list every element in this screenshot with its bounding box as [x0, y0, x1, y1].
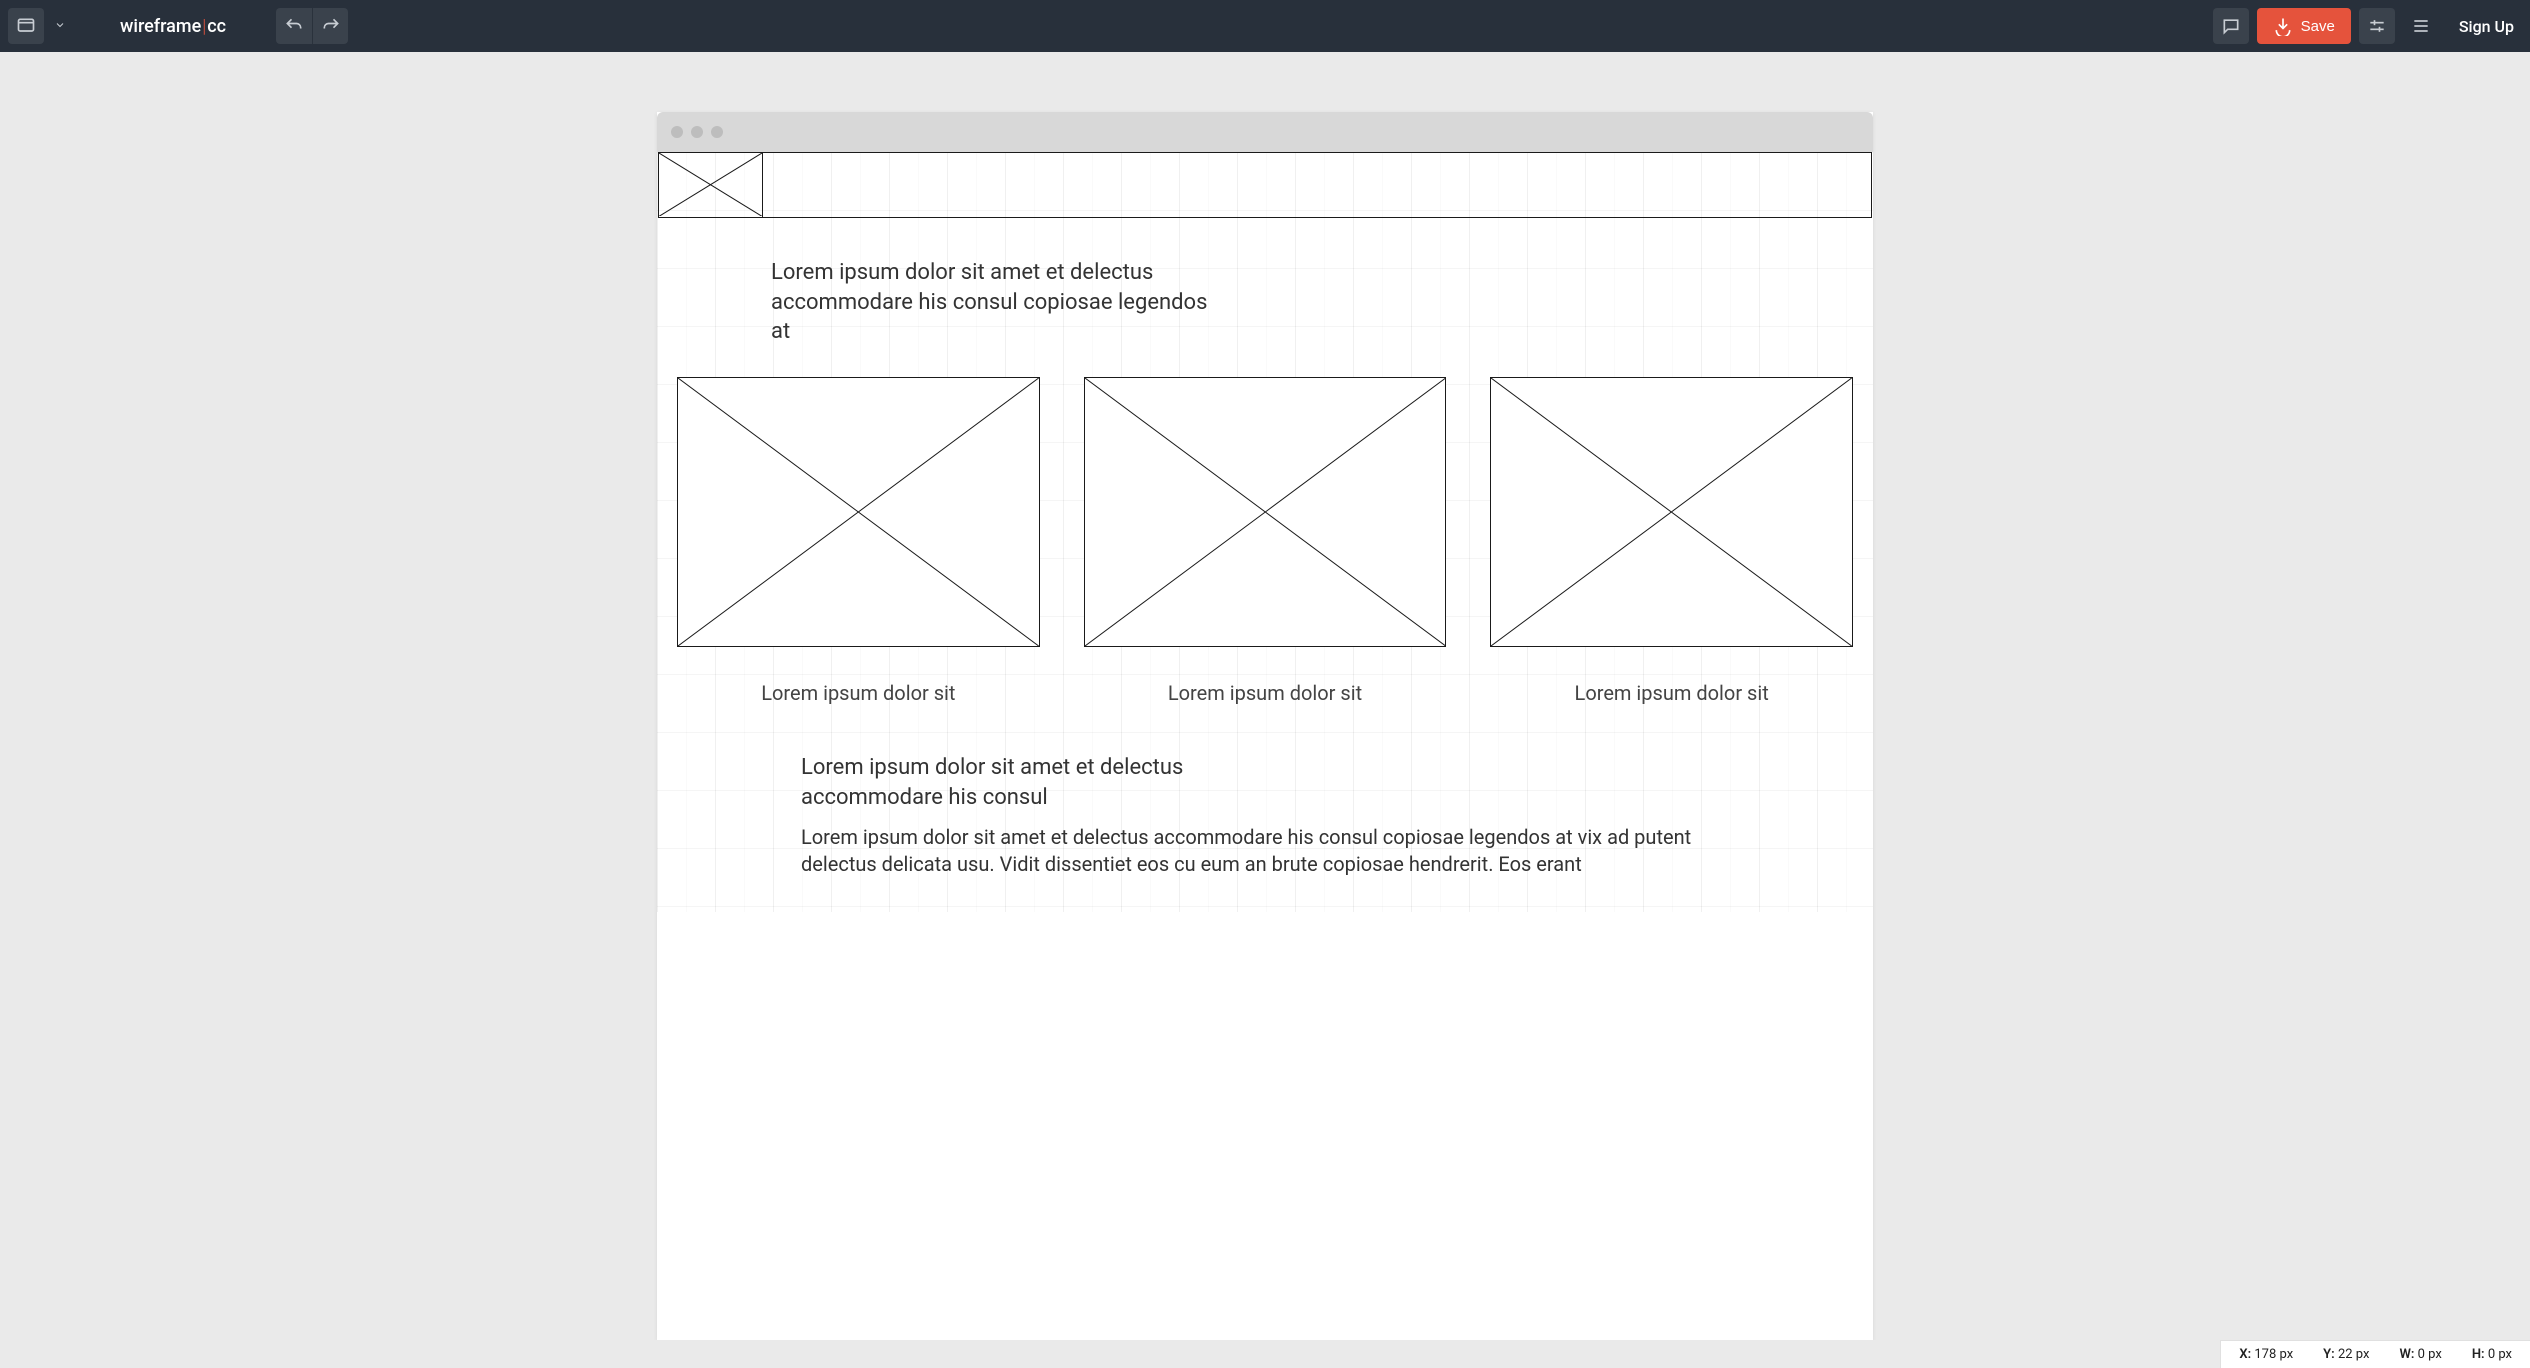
save-button-label: Save [2301, 18, 2335, 35]
status-y: Y: 22 px [2323, 1347, 2369, 1362]
wireframe-card[interactable]: Lorem ipsum dolor sit [677, 377, 1040, 705]
logo-text-right: cc [207, 16, 226, 37]
status-x: X: 178 px [2239, 1347, 2293, 1362]
wireframe-hero-text[interactable]: Lorem ipsum dolor sit amet et delectus a… [771, 258, 1231, 347]
wireframe-image-placeholder[interactable] [677, 377, 1040, 647]
status-h: H: 0 px [2472, 1347, 2512, 1362]
wireframe-canvas[interactable]: Lorem ipsum dolor sit amet et delectus a… [657, 152, 1873, 912]
browser-titlebar [657, 112, 1873, 152]
save-button[interactable]: Save [2257, 8, 2351, 44]
status-w: W: 0 px [2399, 1347, 2441, 1362]
status-bar: X: 178 px Y: 22 px W: 0 px H: 0 px [2220, 1340, 2530, 1368]
undo-redo-group [276, 8, 348, 44]
undo-button[interactable] [276, 8, 312, 44]
browser-frame: Lorem ipsum dolor sit amet et delectus a… [657, 112, 1873, 1340]
wireframe-section-body[interactable]: Lorem ipsum dolor sit amet et delectus a… [801, 824, 1729, 878]
redo-button[interactable] [312, 8, 348, 44]
titlebar-dot [711, 126, 723, 138]
canvas-area[interactable]: Lorem ipsum dolor sit amet et delectus a… [0, 52, 2530, 1340]
wireframe-image-placeholder[interactable] [1490, 377, 1853, 647]
app-logo[interactable]: wireframe | cc [120, 16, 226, 37]
wireframe-header-row[interactable] [658, 152, 1872, 218]
app-toolbar: wireframe | cc Save Sign Up [0, 0, 2530, 52]
signup-link[interactable]: Sign Up [2459, 17, 2514, 36]
wireframe-cards-row: Lorem ipsum dolor sit Lorem ipsum dolor … [657, 377, 1873, 705]
wireframe-card-caption[interactable]: Lorem ipsum dolor sit [677, 681, 1040, 705]
wireframe-nav-area[interactable] [763, 153, 1871, 217]
wireframe-section-heading[interactable]: Lorem ipsum dolor sit amet et delectus a… [801, 753, 1261, 812]
wireframe-card-caption[interactable]: Lorem ipsum dolor sit [1084, 681, 1447, 705]
comment-button[interactable] [2213, 8, 2249, 44]
wireframe-logo-placeholder[interactable] [659, 153, 763, 217]
logo-separator: | [202, 16, 206, 37]
device-selector-button[interactable] [8, 8, 44, 44]
settings-button[interactable] [2359, 8, 2395, 44]
wireframe-card[interactable]: Lorem ipsum dolor sit [1490, 377, 1853, 705]
titlebar-dot [691, 126, 703, 138]
wireframe-card-caption[interactable]: Lorem ipsum dolor sit [1490, 681, 1853, 705]
wireframe-card[interactable]: Lorem ipsum dolor sit [1084, 377, 1447, 705]
logo-text-left: wireframe [120, 16, 201, 37]
wireframe-image-placeholder[interactable] [1084, 377, 1447, 647]
menu-button[interactable] [2403, 8, 2439, 44]
device-dropdown-chevron[interactable] [50, 15, 70, 38]
titlebar-dot [671, 126, 683, 138]
